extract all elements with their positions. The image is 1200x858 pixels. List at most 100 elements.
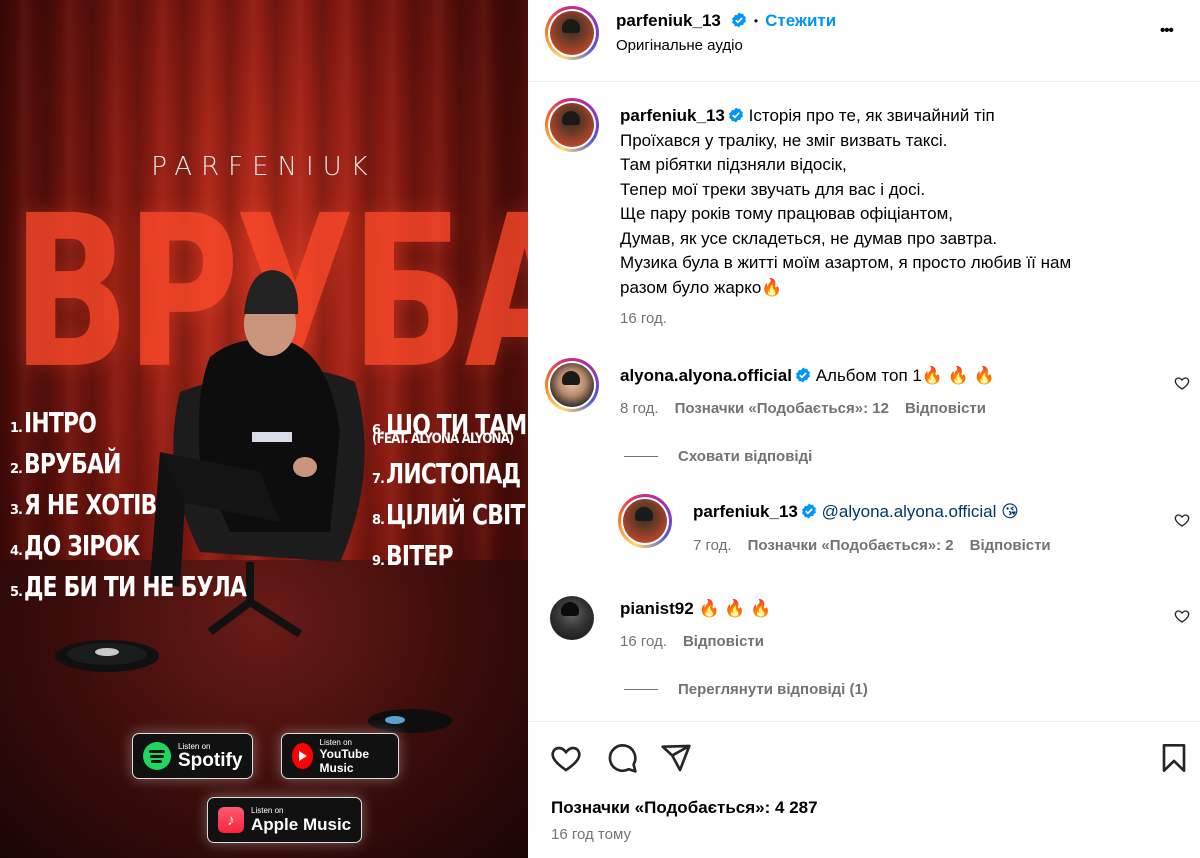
more-icon[interactable]: ••• [1160, 22, 1174, 39]
track-name: ДО ЗІРОК [23, 529, 140, 562]
track-item: 4. ДО ЗІРОК [10, 525, 309, 566]
share-icon[interactable] [660, 742, 692, 774]
reply-button[interactable]: Відповісти [970, 537, 1051, 554]
reply-heart-icon[interactable] [1174, 512, 1190, 528]
apple-music-button[interactable]: ♪ Listen on Apple Music [207, 797, 363, 843]
youtube-music-button[interactable]: Listen on YouTube Music [281, 733, 399, 779]
author-username[interactable]: parfeniuk_13 [616, 11, 721, 31]
bookmark-icon[interactable] [1158, 742, 1190, 774]
header-divider [528, 81, 1200, 82]
track-item: 5. ДЕ БИ ТИ НЕ БУЛА [10, 566, 309, 607]
comment-text: 🔥 🔥 🔥 [698, 599, 772, 618]
post-panel: parfeniuk_13 • Стежити Оригінальне аудіо… [528, 0, 1200, 858]
track-number: 3. [10, 503, 23, 518]
track-number: 9. [372, 554, 385, 569]
author-avatar[interactable] [545, 6, 599, 60]
track-name: ІНТРО [23, 406, 97, 439]
reply-button[interactable]: Відповісти [683, 633, 764, 650]
comment-username[interactable]: alyona.alyona.official [620, 366, 792, 385]
post-header: parfeniuk_13 • Стежити [616, 10, 836, 32]
reply-text: @alyona.alyona.official 😘 [821, 502, 1019, 521]
likes-count[interactable]: Позначки «Подобається»: 4 287 [551, 798, 818, 818]
track-name: ВІТЕР [385, 539, 453, 572]
apple-music-icon: ♪ [218, 807, 244, 833]
verified-icon [725, 106, 744, 125]
reply-time[interactable]: 7 год. [693, 537, 732, 554]
reply-button[interactable]: Відповісти [905, 400, 986, 417]
track-item: 9. ВІТЕР [372, 535, 528, 576]
caption-line: Ще пару років тому працював офіціантом, [620, 204, 953, 223]
comment-meta: 8 год. Позначки «Подобається»: 12 Відпов… [620, 400, 986, 417]
caption-line: Там рібятки підзняли відосік, [620, 155, 847, 174]
reply-username[interactable]: parfeniuk_13 [693, 502, 798, 521]
actions-divider [528, 721, 1200, 722]
caption-line: Історія про те, як звичайний тіп [748, 106, 995, 125]
comment-likes[interactable]: Позначки «Подобається»: 12 [675, 400, 889, 417]
verified-icon [728, 12, 747, 31]
heart-icon[interactable] [550, 742, 582, 774]
comment-meta: 16 год. Відповісти [620, 633, 764, 650]
track-item: 8. ЦІЛИЙ СВІТ [372, 494, 528, 535]
vinyl-record [368, 709, 452, 733]
track-number: 1. [10, 421, 23, 436]
track-name: ВРУБАЙ [23, 447, 121, 480]
verified-icon [792, 366, 811, 385]
comment: pianist92 🔥 🔥 🔥 [620, 597, 1160, 622]
verified-icon [798, 502, 817, 521]
caption-line: Думав, як усе складеться, не думав про з… [620, 228, 998, 248]
audio-label[interactable]: Оригінальне аудіо [616, 37, 743, 54]
hide-replies-toggle[interactable]: Сховати відповіді [624, 448, 812, 466]
follow-button[interactable]: Стежити [765, 11, 836, 31]
view-replies-label: Переглянути відповіді (1) [678, 681, 868, 698]
youtube-small-label: Listen on [319, 737, 352, 747]
comment-heart-icon[interactable] [1174, 375, 1190, 391]
tracklist-right: 6. ШО ТИ ТАМ? (FEAT. ALYONA ALYONA) 7. ЛИСТО… [372, 404, 528, 576]
track-feature: (FEAT. ALYONA ALYONA) [372, 431, 514, 447]
track-name: ДЕ БИ ТИ НЕ БУЛА [23, 570, 247, 603]
header-separator: • [753, 14, 759, 28]
comment-time[interactable]: 8 год. [620, 400, 659, 417]
comment-icon[interactable] [606, 742, 638, 774]
tracklist-left: 1. ІНТРО 2. ВРУБАЙ 3. Я НЕ ХОТІВ 4. ДО ЗІРОК 5. Д… [10, 402, 309, 607]
caption-line: Тепер мої треки звучать для вас і досі. [620, 179, 926, 199]
apple-small-label: Listen on [251, 805, 284, 815]
comment-heart-icon[interactable] [1174, 608, 1190, 624]
caption-username[interactable]: parfeniuk_13 [620, 106, 725, 125]
reply-avatar[interactable] [618, 494, 672, 548]
youtube-label: YouTube Music [319, 746, 370, 775]
comment-username[interactable]: pianist92 [620, 599, 694, 618]
comment-avatar[interactable] [545, 358, 599, 412]
reply-likes[interactable]: Позначки «Подобається»: 2 [748, 537, 954, 554]
youtube-music-icon [292, 743, 313, 769]
track-item: 7. ЛИСТОПАД [372, 453, 528, 494]
comment: alyona.alyona.official Альбом топ 1🔥 🔥 🔥 [620, 364, 1160, 389]
caption-line: Музика була в житті моїм азартом, я прос… [620, 253, 1072, 272]
track-item: 2. ВРУБАЙ [10, 443, 309, 484]
spotify-label: Spotify [178, 749, 243, 771]
post-image[interactable]: PARFENIUK ВРУБАЙ 1.ІНТРО2.ВРУБАЙ3.Я НЕ Х… [0, 0, 528, 858]
comment-text: Альбом топ 1🔥 🔥 🔥 [815, 366, 995, 385]
post-time[interactable]: 16 год тому [551, 826, 631, 843]
caption-line: Проїхався у траліку, не зміг визвать так… [620, 130, 948, 150]
caption-line: разом було жарко🔥 [620, 277, 783, 297]
caption-time[interactable]: 16 год. [620, 310, 667, 327]
comment-time[interactable]: 16 год. [620, 633, 667, 650]
hide-replies-label: Сховати відповіді [678, 448, 813, 465]
spotify-button[interactable]: Listen on Spotify [132, 733, 254, 779]
track-item: 1. ІНТРО [10, 402, 309, 443]
track-number: 4. [10, 544, 23, 559]
reply-comment: parfeniuk_13 @alyona.alyona.official 😘 [693, 500, 1163, 525]
view-replies-toggle[interactable]: Переглянути відповіді (1) [624, 681, 868, 699]
track-number: 8. [372, 513, 385, 528]
track-number: 5. [10, 585, 23, 600]
vinyl-record [55, 640, 159, 672]
caption: parfeniuk_13 Історія про те, як звичайни… [620, 104, 1190, 300]
track-number: 7. [372, 472, 385, 487]
track-name: ЦІЛИЙ СВІТ [385, 498, 525, 531]
caption-avatar[interactable] [545, 98, 599, 152]
track-number: 2. [10, 462, 23, 477]
reply-meta: 7 год. Позначки «Подобається»: 2 Відпові… [693, 537, 1051, 554]
track-name: ЛИСТОПАД [385, 457, 521, 490]
comment-avatar[interactable] [550, 596, 594, 640]
spotify-icon [143, 742, 171, 770]
